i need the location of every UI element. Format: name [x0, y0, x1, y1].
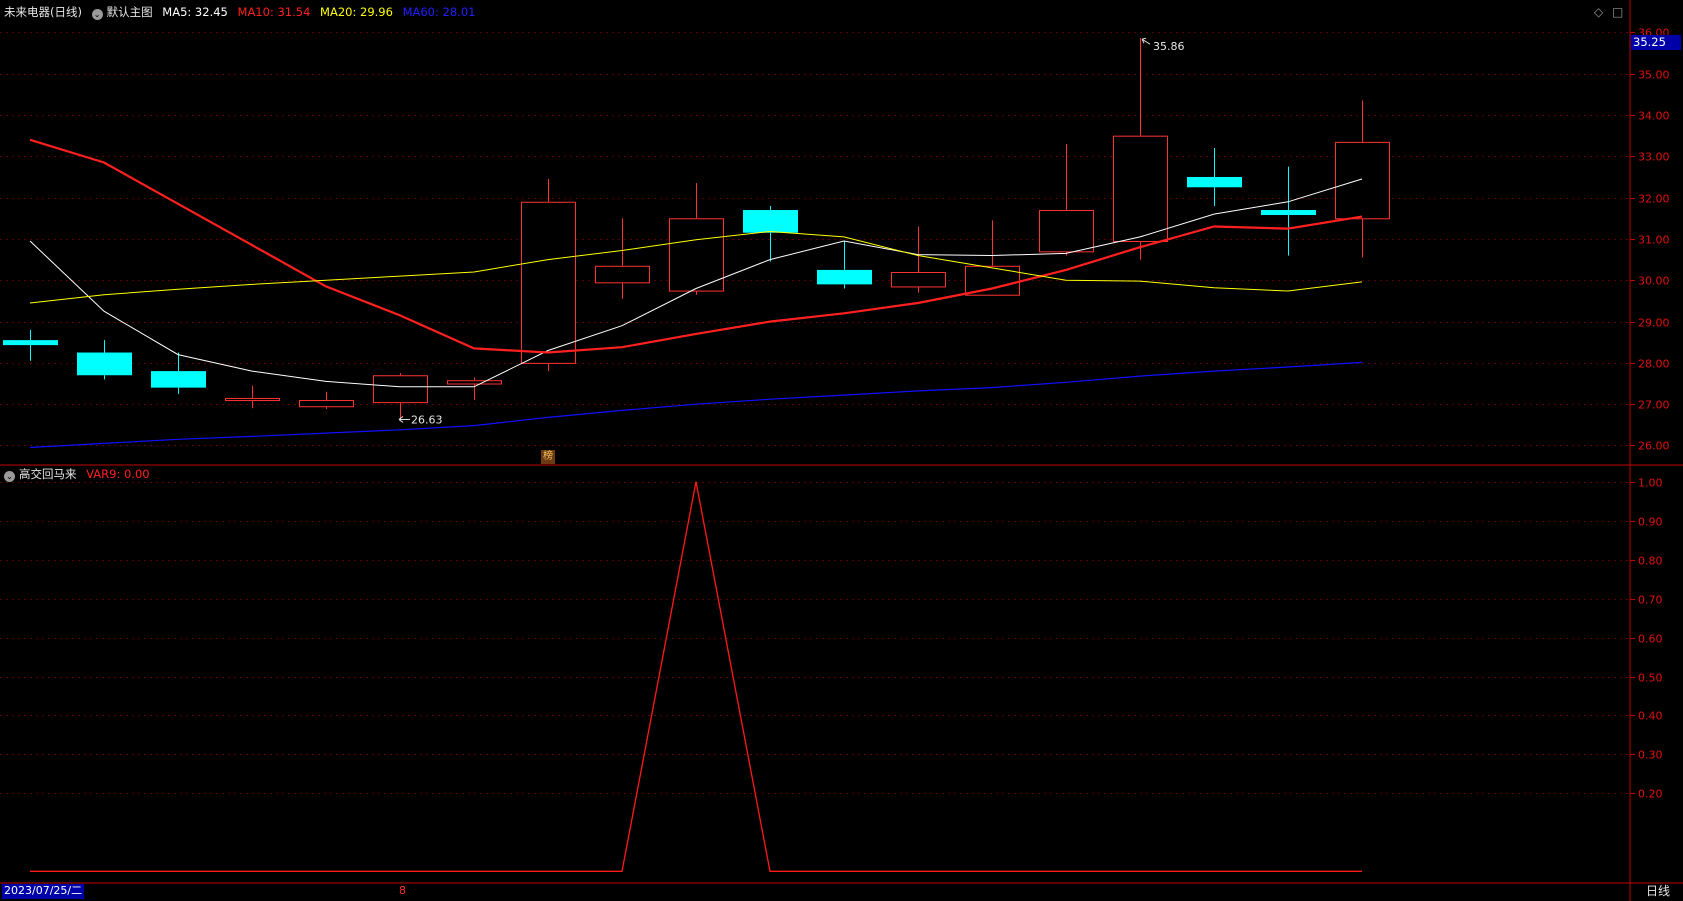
- candle-body-up: [1335, 141, 1390, 220]
- y-tick-label: 1.00: [1638, 477, 1663, 490]
- y-tick-label: 0.60: [1638, 633, 1663, 646]
- candle: [1261, 166, 1316, 256]
- candle-body-down: [3, 340, 58, 346]
- candle: [1039, 143, 1094, 256]
- ma10-label: MA10: 31.54: [237, 5, 311, 19]
- candle: [817, 241, 872, 289]
- candle-body-up: [521, 201, 576, 364]
- candle-body-up: [891, 271, 946, 288]
- ma20-label: MA20: 29.96: [320, 5, 393, 19]
- chevron-down-icon[interactable]: ⌄: [4, 471, 15, 482]
- y-tick-label: 32.00: [1638, 193, 1670, 206]
- high-value-label: 35.86: [1153, 40, 1185, 53]
- y-tick-label: 0.30: [1638, 749, 1663, 762]
- candle-body-down: [1261, 210, 1316, 216]
- y-tick-label: 28.00: [1638, 358, 1670, 371]
- indicator-header: ⌄ 高交回马来 VAR9: 0.00: [4, 467, 150, 482]
- candle-body-up: [1039, 210, 1094, 253]
- date-label: 2023/07/25/二: [2, 884, 85, 899]
- candle-body-down: [77, 352, 132, 376]
- candle: [595, 218, 650, 299]
- y-tick-label: 29.00: [1638, 317, 1670, 330]
- chevron-down-icon[interactable]: ⌄: [91, 9, 103, 20]
- candle-body-up: [1113, 135, 1168, 243]
- rank-badge[interactable]: 榜: [541, 450, 555, 464]
- indicator-name[interactable]: 高交回马来: [19, 467, 77, 481]
- y-tick-label: 33.00: [1638, 151, 1670, 164]
- y-tick-label: 0.90: [1638, 516, 1663, 529]
- candle-body-down: [1187, 176, 1242, 188]
- candle: [1113, 38, 1168, 260]
- candle-body-up: [669, 218, 724, 292]
- candle: [521, 179, 576, 372]
- ma5-label: MA5: 32.45: [162, 5, 228, 19]
- candle: [77, 340, 132, 380]
- y-tick-label: 0.70: [1638, 594, 1663, 607]
- period-label[interactable]: 日线: [1646, 884, 1670, 898]
- candle: [447, 377, 502, 401]
- high-marker-arrow: [1141, 37, 1151, 45]
- candle-body-down: [743, 210, 798, 233]
- footer-marker: 8: [399, 884, 406, 897]
- y-tick-label: 35.00: [1638, 69, 1670, 82]
- candle: [299, 391, 354, 410]
- low-value-label: 26.63: [411, 413, 443, 426]
- y-tick-label: 0.50: [1638, 672, 1663, 685]
- y-tick-label: 0.40: [1638, 710, 1663, 723]
- template-label[interactable]: 默认主图: [107, 5, 153, 19]
- var9-line: [30, 481, 1362, 872]
- candle-body-up: [447, 380, 502, 385]
- candle: [3, 329, 58, 361]
- template-selector[interactable]: ⌄ 默认主图: [91, 5, 153, 20]
- candle-body-up: [595, 265, 650, 284]
- y-tick-label: 0.20: [1638, 788, 1663, 801]
- candle-body-down: [817, 269, 872, 285]
- var9-label: VAR9: 0.00: [86, 467, 150, 481]
- y-tick-label: 31.00: [1638, 234, 1670, 247]
- candle: [669, 183, 724, 295]
- y-tick-label: 27.00: [1638, 399, 1670, 412]
- price-tag: 35.25: [1631, 35, 1681, 50]
- candle-body-up: [225, 397, 280, 402]
- chart-window[interactable]: 26.00 27.00 28.00 29.00 30.00 31.00 32.00 33.00…: [0, 0, 1683, 901]
- ma60-label: MA60: 28.01: [402, 5, 476, 19]
- y-tick-label: 0.80: [1638, 555, 1663, 568]
- candle-body-down: [151, 371, 206, 388]
- main-chart-svg[interactable]: 26.00 27.00 28.00 29.00 30.00 31.00 32.00 33.00…: [0, 0, 1683, 901]
- stock-name: 未来电器(日线): [4, 5, 82, 19]
- candle-body-up: [373, 375, 428, 404]
- y-tick-label: 26.00: [1638, 440, 1670, 453]
- diamond-icon[interactable]: ◇: [1594, 5, 1603, 19]
- window-toggle-icon[interactable]: □: [1612, 5, 1623, 19]
- main-chart-header: 未来电器(日线) ⌄ 默认主图 MA5: 32.45 MA10: 31.54 MA…: [4, 5, 475, 20]
- candle: [1335, 100, 1390, 258]
- y-tick-label: 30.00: [1638, 275, 1670, 288]
- candle: [891, 226, 946, 293]
- y-tick-label: 34.00: [1638, 110, 1670, 123]
- candle-body-up: [299, 400, 354, 408]
